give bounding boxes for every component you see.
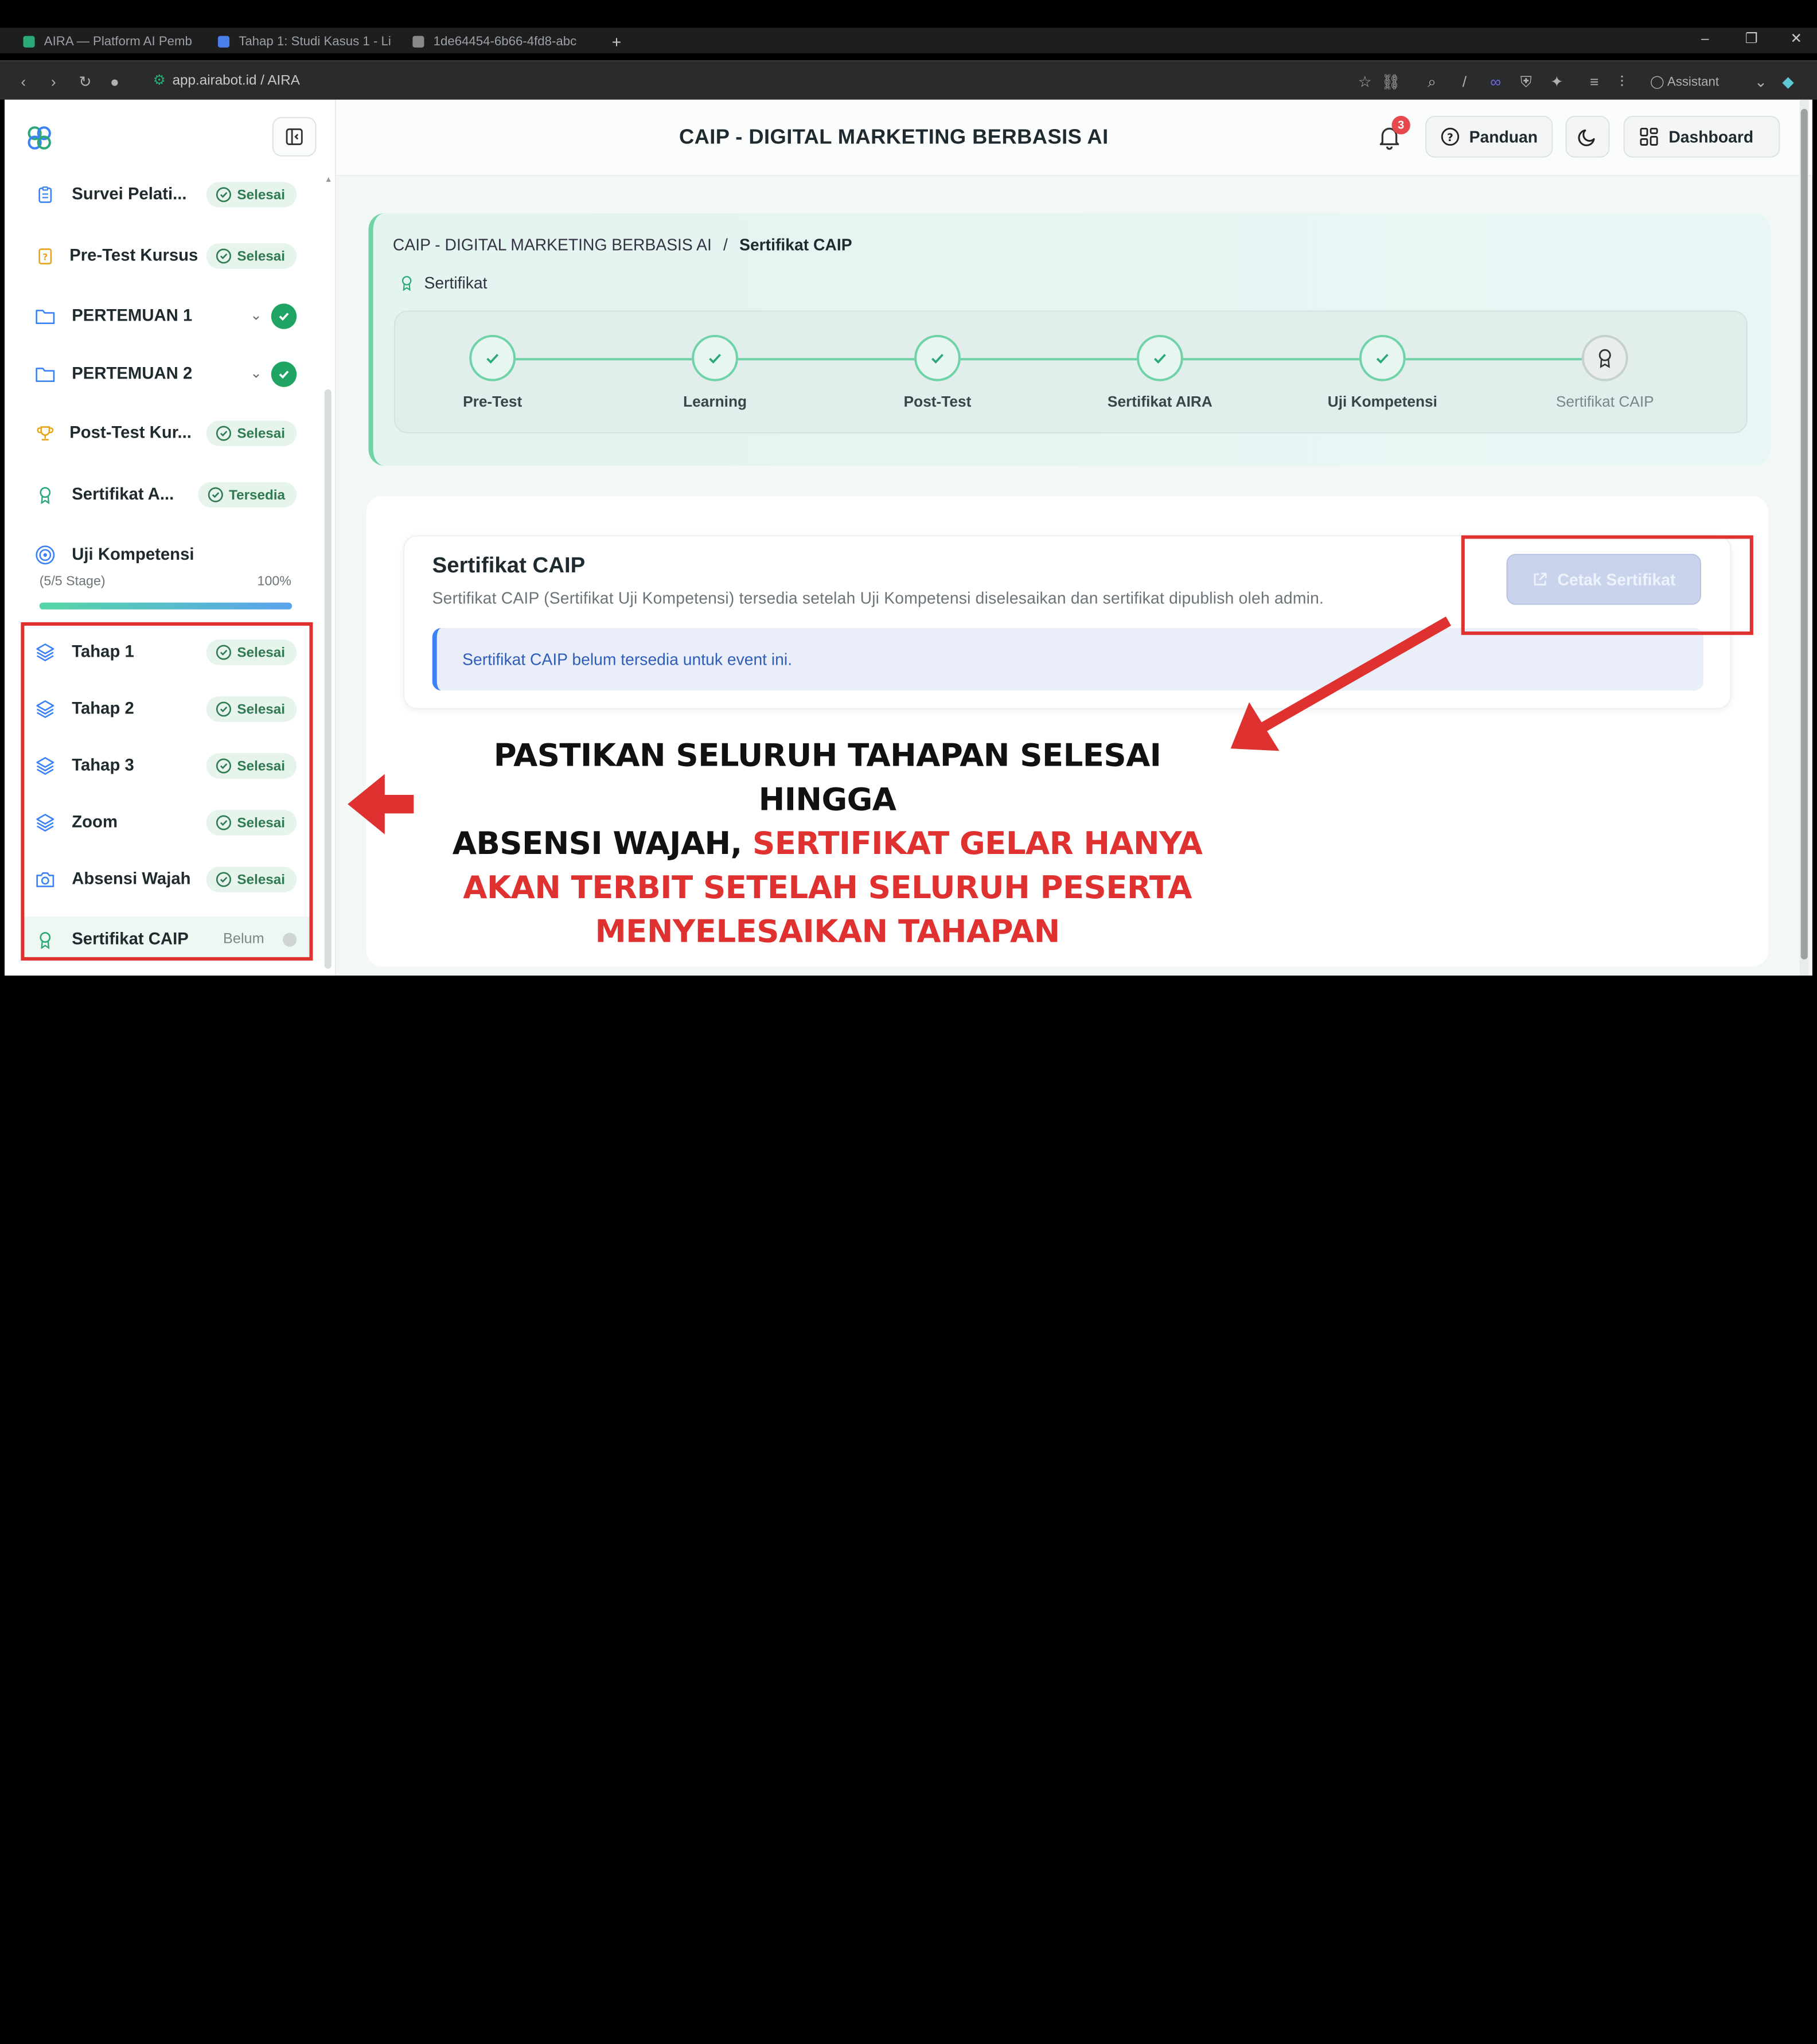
profile-icon[interactable]: ◆ [1782, 73, 1793, 91]
link-icon[interactable]: ⛓ [1381, 73, 1400, 91]
bottom-letterbox [0, 976, 1817, 1022]
browser-top-area: AIRA — Platform AI Pemb Tahap 1: Studi K… [0, 0, 1817, 100]
close-window-icon[interactable]: ✕ [1791, 30, 1802, 46]
search-page-icon[interactable]: ⌕ [1428, 73, 1436, 91]
annotation-arrows [348, 617, 1452, 834]
reload-icon[interactable]: ↻ [79, 73, 91, 91]
browser-tab-file[interactable]: 1de64454-6b66-4fd8-abc [412, 33, 586, 51]
forward-icon[interactable]: › [51, 73, 56, 90]
browser-tab-tahap1[interactable]: Tahap 1: Studi Kasus 1 - Li [217, 33, 392, 51]
address-bar: ‹ › ↻ ● ⚙ app.airabot.id / AIRA ☆ ⛓ ⌕ / … [0, 60, 1817, 100]
main-scroll-thumb[interactable] [1800, 108, 1808, 959]
browser-tab-aira[interactable]: AIRA — Platform AI Pemb [23, 33, 197, 51]
assistant-button[interactable]: ◯ Assistant [1650, 74, 1719, 89]
diagonal-arrow-icon [1230, 617, 1452, 751]
minimize-icon[interactable]: – [1701, 30, 1709, 46]
main-scrollbar[interactable] [1799, 99, 1809, 976]
dropdown-icon[interactable]: ⌄ [1754, 73, 1767, 91]
url-field[interactable]: ⚙ app.airabot.id / AIRA [153, 72, 300, 88]
shield-icon[interactable]: ⛨ [1520, 73, 1532, 91]
mic-icon[interactable]: ● [110, 73, 119, 90]
brush-icon[interactable]: / [1463, 73, 1467, 90]
new-tab-button[interactable]: + [612, 33, 622, 51]
puzzle-icon[interactable]: ✦ [1550, 73, 1563, 91]
aira-favicon-icon [23, 36, 35, 48]
bookmark-star-icon[interactable]: ☆ [1358, 73, 1372, 91]
extension-icon[interactable]: ∞ [1490, 73, 1501, 90]
menu-lines-icon[interactable]: ≡ [1590, 73, 1598, 90]
browser-tab-strip: AIRA — Platform AI Pemb Tahap 1: Studi K… [0, 28, 1817, 53]
site-icon: ⚙ [153, 72, 166, 88]
left-arrow-icon [348, 774, 414, 834]
back-icon[interactable]: ‹ [21, 73, 26, 90]
docs-favicon-icon [217, 36, 230, 48]
restore-icon[interactable]: ❐ [1745, 30, 1758, 46]
file-favicon-icon [412, 36, 424, 48]
app-viewport: Survei Pelati... Selesai ? Pre-Test Kurs… [5, 99, 1812, 976]
audio-icon[interactable]: ⫶ [1620, 73, 1624, 91]
